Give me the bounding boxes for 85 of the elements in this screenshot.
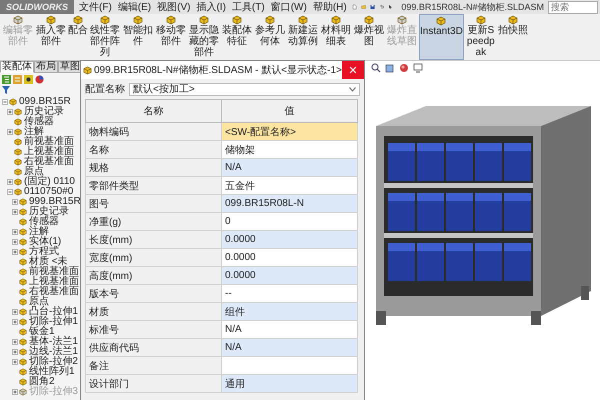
tree-item[interactable]: (固定) 0110 (24, 177, 75, 187)
menu-item[interactable]: 窗口(W) (270, 0, 308, 14)
property-name[interactable]: 供应商代码 (86, 338, 222, 356)
toolbar-button[interactable]: 爆炸视图 (353, 14, 385, 60)
property-name[interactable]: 设计部门 (86, 374, 222, 392)
toolbar-button[interactable]: Instant3D (419, 14, 464, 60)
search-field[interactable]: 搜索 (548, 0, 598, 14)
tree-item[interactable]: 099.BR15R (19, 97, 71, 107)
property-name[interactable]: 备注 (86, 356, 222, 374)
tree-item[interactable]: 圆角2 (29, 377, 55, 387)
property-name[interactable]: 名称 (86, 140, 222, 158)
toolbar-button[interactable]: 显示隐藏的零部件 (188, 14, 220, 60)
tree-item[interactable]: 前视基准面 (24, 137, 74, 147)
column-header: 值 (222, 100, 358, 122)
tree-item[interactable]: 实体(1) (29, 237, 62, 247)
tree-item[interactable]: 凸台-拉伸1 (29, 307, 78, 317)
config-label: 配置名称 (85, 82, 125, 96)
tree-item[interactable]: 历史记录 (24, 107, 64, 117)
property-value[interactable]: 通用 (222, 374, 358, 392)
tree-item[interactable]: 原点 (24, 167, 44, 177)
property-name[interactable]: 零部件类型 (86, 176, 222, 194)
tree-item[interactable]: 注解 (24, 127, 44, 137)
tree-item[interactable]: 边线-法兰1 (29, 347, 78, 357)
property-name[interactable]: 规格 (86, 158, 222, 176)
menu-item[interactable]: 帮助(H) (312, 0, 348, 14)
tree-item[interactable]: 传感器 (29, 217, 59, 227)
tree-item[interactable]: 方程式 (29, 247, 59, 257)
tree-item[interactable]: 历史记录 (29, 207, 69, 217)
menu-item[interactable]: 文件(F) (78, 0, 113, 14)
tree-item[interactable]: 注解 (29, 227, 49, 237)
property-value[interactable]: N/A (222, 158, 358, 176)
tree-item[interactable]: 切除-拉伸2 (29, 357, 78, 367)
tree-item[interactable]: 基体-法兰1 (29, 337, 78, 347)
tree-item[interactable]: 原点 (29, 297, 49, 307)
toolbar-button[interactable]: 拍快照 (498, 14, 528, 60)
menu-item[interactable]: 视图(V) (156, 0, 192, 14)
menu-item[interactable]: 编辑(E) (116, 0, 152, 14)
property-name[interactable]: 宽度(mm) (86, 248, 222, 266)
close-button[interactable]: ✕ (342, 61, 364, 79)
property-value[interactable]: 组件 (222, 302, 358, 320)
toolbar-button[interactable]: 新建运动算例 (287, 14, 319, 60)
menu-item[interactable]: 插入(I) (195, 0, 227, 14)
tree-item[interactable]: 右视基准面 (24, 157, 74, 167)
tree-item[interactable]: 0110750#0 (24, 187, 74, 197)
property-name[interactable]: 高度(mm) (86, 266, 222, 284)
tree-item[interactable]: 上视基准面 (24, 147, 74, 157)
panel-tab[interactable]: 装配体 (0, 61, 34, 73)
property-name[interactable]: 长度(mm) (86, 230, 222, 248)
dialog-title: 099.BR15R08L-N#储物柜.SLDASM - 默认<显示状态-1> (94, 64, 342, 77)
toolbar-button[interactable]: 插入零部件 (35, 14, 67, 60)
property-value[interactable]: 0.0000 (222, 266, 358, 284)
property-name[interactable]: 图号 (86, 194, 222, 212)
toolbar-button[interactable]: 配合 (68, 14, 88, 60)
property-name[interactable]: 净重(g) (86, 212, 222, 230)
property-value[interactable]: <SW-配置名称> (222, 122, 358, 140)
tree-item[interactable]: 传感器 (24, 117, 54, 127)
tree-item[interactable]: 钣金1 (29, 327, 55, 337)
toolbar-button[interactable]: 装配体特征 (221, 14, 253, 60)
property-name[interactable]: 材质 (86, 302, 222, 320)
tree-item[interactable]: 上视基准面 (29, 277, 79, 287)
tree-item[interactable]: 切除-拉伸1 (29, 317, 78, 327)
panel-tab[interactable]: 草图 (58, 61, 80, 73)
toolbar-button[interactable]: 参考几何体 (254, 14, 286, 60)
panel-tab[interactable]: 布局 (34, 61, 58, 73)
tree-item[interactable]: 材质 <未 (29, 257, 68, 267)
toolbar-button[interactable]: 线性零部件阵列 (89, 14, 121, 60)
property-name[interactable]: 标准号 (86, 320, 222, 338)
property-name[interactable]: 版本号 (86, 284, 222, 302)
config-dropdown[interactable]: 默认<按加工> (129, 82, 360, 96)
menu-item[interactable]: 工具(T) (230, 0, 266, 14)
toolbar-button[interactable]: 更新Speedpak (464, 14, 497, 60)
property-value[interactable]: 099.BR15R08L-N (222, 194, 358, 212)
property-value[interactable]: N/A (222, 338, 358, 356)
tree-item[interactable]: 线性阵列1 (29, 367, 75, 377)
document-title: 099.BR15R08L-N#储物柜.SLDASM (401, 0, 544, 14)
tree-item[interactable]: 前视基准面 (29, 267, 79, 277)
property-value[interactable]: 0.0000 (222, 230, 358, 248)
toolbar-button[interactable]: 移动零部件 (155, 14, 187, 60)
toolbar-button[interactable]: 智能扣件 (122, 14, 154, 60)
property-name[interactable]: 物料编码 (86, 122, 222, 140)
tree-item[interactable]: 999.BR15R (29, 197, 80, 207)
column-header: 名称 (86, 100, 222, 122)
toolbar-button[interactable]: 材料明细表 (320, 14, 352, 60)
tree-item[interactable]: 右视基准面 (29, 287, 79, 297)
app-logo: SOLIDWORKS (0, 0, 74, 14)
